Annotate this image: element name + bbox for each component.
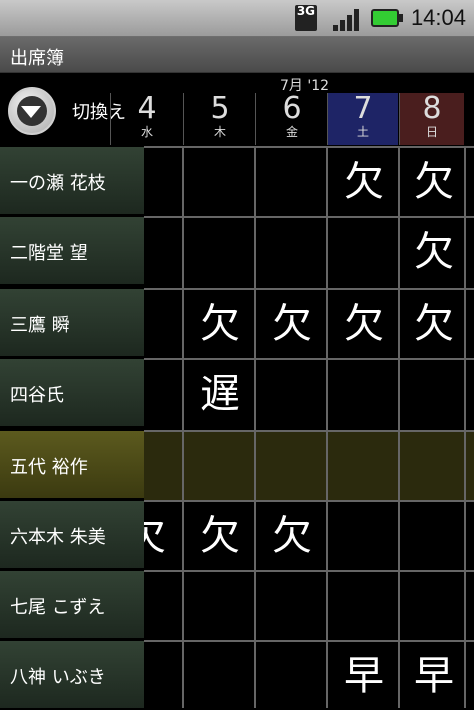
member-name: 一の瀬 花枝 xyxy=(10,173,106,194)
dropdown-circle-icon[interactable] xyxy=(8,87,56,135)
status-bar: 3G 14:04 xyxy=(0,0,474,37)
day-header[interactable]: 5 木 xyxy=(183,93,256,145)
day-number: 8 xyxy=(422,91,442,126)
attendance-cell[interactable]: 欠 xyxy=(184,502,256,570)
member-row[interactable]: 七尾 こずえ xyxy=(0,570,144,638)
member-row[interactable]: 六本木 朱美 xyxy=(0,500,144,568)
status-icons: 3G 14:04 xyxy=(294,3,466,33)
member-name: 二階堂 望 xyxy=(10,243,88,264)
attendance-cell[interactable]: 欠 xyxy=(328,290,400,358)
attendance-cell[interactable] xyxy=(184,642,256,710)
attendance-cell[interactable] xyxy=(184,218,256,286)
attendance-cell[interactable] xyxy=(328,432,400,500)
attendance-cell[interactable] xyxy=(328,360,400,428)
attendance-cell[interactable] xyxy=(256,642,328,710)
status-clock: 14:04 xyxy=(410,5,466,30)
attendance-cell[interactable]: 欠 xyxy=(398,218,470,286)
attendance-cell[interactable]: 遅 xyxy=(184,360,256,428)
attendance-cell[interactable] xyxy=(184,432,256,500)
day-number: 5 xyxy=(210,91,230,126)
attendance-cell[interactable] xyxy=(328,218,400,286)
member-row[interactable]: 一の瀬 花枝 xyxy=(0,146,144,214)
attendance-cell[interactable]: 欠 xyxy=(256,502,328,570)
network-label: 3G xyxy=(294,5,317,31)
attendance-cell[interactable] xyxy=(328,502,400,570)
member-row[interactable]: 三鷹 瞬 xyxy=(0,288,144,356)
day-number: 7 xyxy=(353,91,373,126)
day-header-saturday[interactable]: 7 土 xyxy=(327,93,398,145)
attendance-cell[interactable] xyxy=(398,502,470,570)
day-number: 4 xyxy=(137,91,157,126)
member-name: 七尾 こずえ xyxy=(10,597,106,618)
day-weekday: 金 xyxy=(285,125,298,139)
member-name: 六本木 朱美 xyxy=(10,527,106,548)
day-weekday: 水 xyxy=(140,125,153,139)
attendance-cell[interactable] xyxy=(398,360,470,428)
day-header-sunday[interactable]: 8 日 xyxy=(399,93,464,145)
attendance-cell[interactable] xyxy=(256,218,328,286)
member-row[interactable]: 二階堂 望 xyxy=(0,216,144,284)
member-name: 三鷹 瞬 xyxy=(10,315,70,336)
member-name: 八神 いぶき xyxy=(10,667,106,688)
battery-charging-icon xyxy=(370,7,403,29)
attendance-cell[interactable] xyxy=(398,572,470,640)
member-name: 五代 裕作 xyxy=(10,457,88,478)
attendance-cell[interactable] xyxy=(184,572,256,640)
attendance-cell[interactable]: 早 xyxy=(398,642,470,710)
attendance-cell[interactable] xyxy=(256,432,328,500)
member-row-highlighted[interactable]: 五代 裕作 xyxy=(0,430,144,498)
attendance-cell[interactable]: 欠 xyxy=(256,290,328,358)
member-name: 四谷氏 xyxy=(10,385,64,406)
day-weekday: 日 xyxy=(425,125,438,139)
day-header[interactable]: 4 水 xyxy=(110,93,183,145)
app-title-bar: 出席簿 xyxy=(0,37,474,73)
attendance-cell[interactable] xyxy=(256,360,328,428)
attendance-cell[interactable]: 欠 xyxy=(398,148,470,216)
network-3g-icon: 3G xyxy=(294,5,325,31)
attendance-cell[interactable]: 早 xyxy=(328,642,400,710)
attendance-cell[interactable] xyxy=(256,148,328,216)
attendance-cell[interactable]: 欠 xyxy=(328,148,400,216)
day-weekday: 木 xyxy=(213,125,226,139)
app-title: 出席簿 xyxy=(10,48,64,69)
day-number: 6 xyxy=(282,91,302,126)
attendance-cell[interactable] xyxy=(328,572,400,640)
attendance-cell[interactable] xyxy=(184,148,256,216)
day-weekday: 土 xyxy=(356,125,369,139)
attendance-cell[interactable]: 欠 xyxy=(184,290,256,358)
member-row[interactable]: 八神 いぶき xyxy=(0,640,144,708)
attendance-cell[interactable] xyxy=(256,572,328,640)
member-row[interactable]: 四谷氏 xyxy=(0,358,144,426)
day-header[interactable]: 6 金 xyxy=(255,93,328,145)
signal-strength-icon xyxy=(332,5,363,31)
attendance-cell[interactable] xyxy=(398,432,470,500)
attendance-cell[interactable]: 欠 xyxy=(398,290,470,358)
